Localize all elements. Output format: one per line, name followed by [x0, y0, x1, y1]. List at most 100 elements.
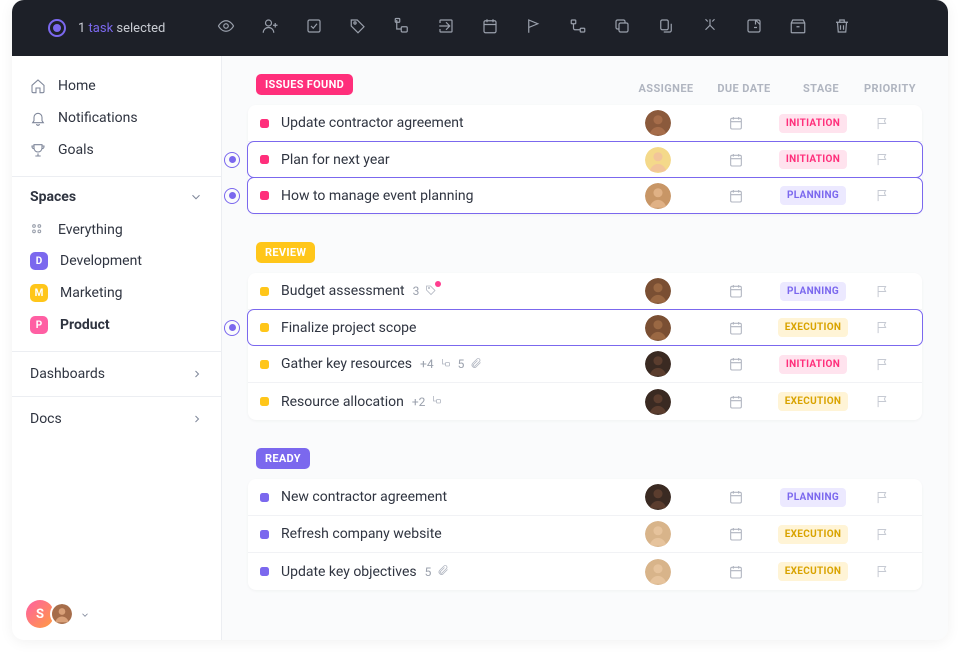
delete-icon[interactable]: [833, 17, 851, 39]
task-title[interactable]: Finalize project scope: [281, 320, 416, 336]
spaces-header[interactable]: Spaces: [12, 176, 221, 215]
selection-indicator-icon[interactable]: [224, 188, 240, 204]
priority-cell[interactable]: [850, 320, 914, 335]
due-date-cell[interactable]: [696, 564, 776, 580]
subtask-count[interactable]: +2: [412, 395, 426, 409]
task-title[interactable]: How to manage event planning: [281, 188, 473, 204]
status-square[interactable]: [260, 155, 269, 164]
group-label[interactable]: READY: [256, 448, 310, 469]
task-row[interactable]: New contractor agreement PLANNING: [248, 479, 922, 516]
due-date-cell[interactable]: [696, 320, 776, 336]
group-label[interactable]: ISSUES FOUND: [256, 74, 353, 95]
assignee-cell[interactable]: [620, 484, 696, 510]
task-row[interactable]: Resource allocation +2 EXECUTION: [248, 383, 922, 420]
status-square[interactable]: [260, 493, 269, 502]
assignee-cell[interactable]: [620, 351, 696, 377]
priority-cell[interactable]: [850, 284, 914, 299]
priority-cell[interactable]: [850, 188, 914, 203]
selection-indicator-icon[interactable]: [224, 320, 240, 336]
copy-icon[interactable]: [657, 17, 675, 39]
assignee-cell[interactable]: [620, 278, 696, 304]
task-row[interactable]: Update key objectives 5 EXECUTION: [248, 553, 922, 590]
due-date-cell[interactable]: [696, 152, 776, 168]
stage-cell[interactable]: EXECUTION: [776, 392, 850, 411]
due-date-cell[interactable]: [696, 188, 776, 204]
move-icon[interactable]: [437, 17, 455, 39]
priority-cell[interactable]: [850, 152, 914, 167]
task-row[interactable]: Gather key resources +45 INITIATION: [248, 346, 922, 383]
task-title[interactable]: Resource allocation: [281, 394, 404, 410]
stage-cell[interactable]: EXECUTION: [776, 525, 850, 544]
priority-icon[interactable]: [525, 17, 543, 39]
status-square[interactable]: [260, 119, 269, 128]
assign-icon[interactable]: [261, 17, 279, 39]
status-square[interactable]: [260, 397, 269, 406]
status-square[interactable]: [260, 567, 269, 576]
space-marketing[interactable]: M Marketing: [12, 277, 221, 309]
status-square[interactable]: [260, 191, 269, 200]
workspace-switcher[interactable]: S: [26, 600, 90, 628]
status-square[interactable]: [260, 287, 269, 296]
due-date-icon[interactable]: [481, 17, 499, 39]
priority-cell[interactable]: [850, 394, 914, 409]
duplicate-icon[interactable]: [613, 17, 631, 39]
due-date-cell[interactable]: [696, 115, 776, 131]
task-title[interactable]: Gather key resources: [281, 356, 412, 372]
stage-cell[interactable]: PLANNING: [776, 488, 850, 507]
stage-cell[interactable]: PLANNING: [776, 186, 850, 205]
due-date-cell[interactable]: [696, 526, 776, 542]
stage-cell[interactable]: INITIATION: [776, 355, 850, 374]
due-date-cell[interactable]: [696, 489, 776, 505]
tag-icon[interactable]: [425, 284, 437, 299]
space-everything[interactable]: Everything: [12, 215, 221, 245]
attachment-count[interactable]: 5: [425, 565, 432, 579]
task-row[interactable]: Refresh company website EXECUTION: [248, 516, 922, 553]
task-title[interactable]: Update key objectives: [281, 564, 417, 580]
stage-cell[interactable]: INITIATION: [776, 114, 850, 133]
task-title[interactable]: New contractor agreement: [281, 489, 447, 505]
priority-cell[interactable]: [850, 527, 914, 542]
assignee-cell[interactable]: [620, 559, 696, 585]
assignee-cell[interactable]: [620, 315, 696, 341]
nav-dashboards[interactable]: Dashboards: [12, 351, 221, 396]
nav-docs[interactable]: Docs: [12, 396, 221, 441]
template-icon[interactable]: [745, 17, 763, 39]
due-date-cell[interactable]: [696, 356, 776, 372]
status-square[interactable]: [260, 360, 269, 369]
nav-notifications[interactable]: Notifications: [12, 102, 221, 134]
priority-cell[interactable]: [850, 357, 914, 372]
task-title[interactable]: Update contractor agreement: [281, 115, 464, 131]
status-square[interactable]: [260, 323, 269, 332]
assignee-cell[interactable]: [620, 521, 696, 547]
convert-subtask-icon[interactable]: [393, 17, 411, 39]
archive-icon[interactable]: [789, 17, 807, 39]
status-icon[interactable]: [305, 17, 323, 39]
assignee-cell[interactable]: [620, 110, 696, 136]
comment-count[interactable]: 3: [413, 284, 420, 298]
nav-goals[interactable]: Goals: [12, 134, 221, 166]
status-square[interactable]: [260, 530, 269, 539]
dependencies-icon[interactable]: [569, 17, 587, 39]
task-row[interactable]: Budget assessment 3 PLANNING: [248, 273, 922, 310]
tag-icon[interactable]: [349, 17, 367, 39]
space-product[interactable]: P Product: [12, 309, 221, 341]
selection-indicator-icon[interactable]: [224, 152, 240, 168]
group-label[interactable]: REVIEW: [256, 242, 315, 263]
priority-cell[interactable]: [850, 116, 914, 131]
subtask-count[interactable]: +4: [420, 357, 434, 371]
task-title[interactable]: Refresh company website: [281, 526, 442, 542]
task-title[interactable]: Budget assessment: [281, 283, 405, 299]
task-row[interactable]: Plan for next year INITIATION: [247, 141, 923, 178]
stage-cell[interactable]: EXECUTION: [776, 318, 850, 337]
stage-cell[interactable]: EXECUTION: [776, 562, 850, 581]
assignee-cell[interactable]: [620, 147, 696, 173]
task-title[interactable]: Plan for next year: [281, 152, 390, 168]
watch-icon[interactable]: [217, 17, 235, 39]
stage-cell[interactable]: PLANNING: [776, 282, 850, 301]
priority-cell[interactable]: [850, 490, 914, 505]
priority-cell[interactable]: [850, 564, 914, 579]
task-row[interactable]: Finalize project scope EXECUTION: [247, 309, 923, 346]
task-row[interactable]: How to manage event planning PLANNING: [247, 177, 923, 214]
due-date-cell[interactable]: [696, 283, 776, 299]
space-development[interactable]: D Development: [12, 245, 221, 277]
